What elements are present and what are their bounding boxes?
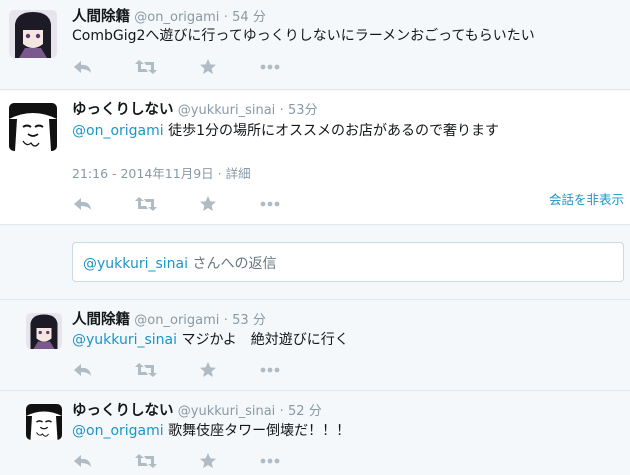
reply-icon [74,198,91,210]
favorite-button[interactable] [198,194,222,214]
user-name[interactable]: 人間除籍 [72,9,130,25]
favorite-icon [200,362,216,377]
user-name[interactable]: ゆっくりしない [72,403,174,419]
tweet-time[interactable]: 54 分 [232,10,266,25]
tweet-time[interactable]: 53 分 [232,313,266,328]
retweet-button[interactable] [134,451,158,471]
reply-icon [74,364,91,376]
avatar[interactable] [9,103,57,151]
retweet-icon [135,363,157,377]
reply-area: @yukkuri_sinai さんへの返信 [0,226,630,300]
reply-button[interactable] [72,57,96,77]
mention-link[interactable]: @yukkuri_sinai [72,332,177,348]
more-button[interactable] [258,360,282,380]
user-handle[interactable]: @on_origami [134,313,219,328]
more-icon [260,64,280,70]
more-icon [260,201,280,207]
tweet-timestamp: 21:16 - 2014年11月9日 [72,166,214,181]
user-handle[interactable]: @on_origami [134,10,219,25]
favorite-icon [200,59,216,74]
avatar[interactable] [9,10,57,58]
tweet-time[interactable]: 52 分 [288,404,322,419]
tweet-text: CombGig2へ遊びに行ってゆっくりしないにラーメンおごってもらいたい [72,28,535,44]
more-button[interactable] [258,451,282,471]
favorite-button[interactable] [198,451,222,471]
separator: · [279,103,284,118]
retweet-icon [135,197,157,211]
reply-button[interactable] [72,360,96,380]
retweet-button[interactable] [134,360,158,380]
separator: · [223,313,228,328]
tweet-text: @on_origami 歌舞伎座タワー倒壊だ！！！ [72,421,350,441]
reply-button[interactable] [72,451,96,471]
more-button[interactable] [258,194,282,214]
favorite-icon [200,196,216,211]
tweet-expanded[interactable]: ゆっくりしない @yukkuri_sinai · 53分 @on_origami… [0,91,630,225]
favorite-icon [200,453,216,468]
tweet-body: 徒歩1分の場所にオススメのお店があるので奢ります [163,123,500,139]
retweet-icon [135,60,157,74]
details-link[interactable]: 詳細 [226,166,251,181]
tweet-body: 歌舞伎座タワー倒壊だ！！！ [163,423,351,439]
tweet-text: @yukkuri_sinai マジかよ 絶対遊びに行く [72,330,349,350]
retweet-button[interactable] [134,194,158,214]
tweet-text: @on_origami 徒歩1分の場所にオススメのお店があるので奢ります [72,121,499,141]
user-handle[interactable]: @yukkuri_sinai [178,404,276,419]
more-icon [260,367,280,373]
more-button[interactable] [258,57,282,77]
avatar[interactable] [26,313,62,349]
tweet[interactable]: ゆっくりしない @yukkuri_sinai · 52 分 @on_origam… [0,392,630,475]
separator: · [217,166,222,181]
tweet[interactable]: 人間除籍 @on_origami · 53 分 @yukkuri_sinai マ… [0,301,630,391]
reply-placeholder: @yukkuri_sinai さんへの返信 [83,253,276,273]
tweet[interactable]: 人間除籍 @on_origami · 54 分 CombGig2へ遊びに行ってゆ… [0,0,630,90]
favorite-button[interactable] [198,360,222,380]
retweet-button[interactable] [134,57,158,77]
separator: · [223,10,228,25]
favorite-button[interactable] [198,57,222,77]
tweet-body: マジかよ 絶対遊びに行く [177,332,349,348]
more-icon [260,458,280,464]
reply-mention: @yukkuri_sinai [83,256,188,272]
tweet-time[interactable]: 53分 [288,103,318,118]
reply-icon [74,455,91,467]
hide-conversation-link[interactable]: 会話を非表示 [549,189,624,208]
retweet-icon [135,454,157,468]
separator: · [279,404,284,419]
reply-icon [74,61,91,73]
mention-link[interactable]: @on_origami [72,423,164,439]
mention-link[interactable]: @on_origami [72,123,164,139]
user-name[interactable]: 人間除籍 [72,312,130,328]
reply-button[interactable] [72,194,96,214]
user-handle[interactable]: @yukkuri_sinai [178,103,276,118]
user-name[interactable]: ゆっくりしない [72,102,174,118]
reply-placeholder-text: さんへの返信 [188,256,277,272]
reply-input[interactable]: @yukkuri_sinai さんへの返信 [72,242,624,282]
avatar[interactable] [26,404,62,440]
